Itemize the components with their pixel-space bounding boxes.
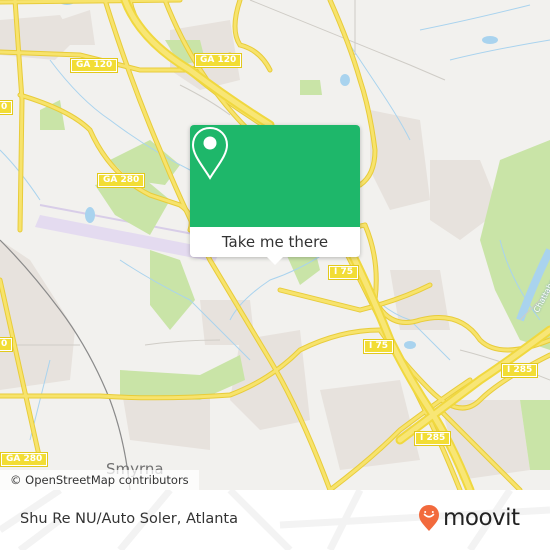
moovit-wordmark: moovit xyxy=(443,505,520,531)
map-attribution[interactable]: © OpenStreetMap contributors xyxy=(0,470,199,490)
moovit-logo[interactable]: moovit xyxy=(418,504,520,532)
popup-pointer xyxy=(266,256,284,265)
place-name: Shu Re NU/Auto Soler, Atlanta xyxy=(20,511,238,527)
map-view[interactable]: GA 120 GA 120 GA 280 GA 280 I 75 I 75 I … xyxy=(0,0,550,490)
location-popup: Take me there xyxy=(190,125,360,265)
i-285-shield: I 285 xyxy=(500,363,539,378)
ga-120-shield: GA 120 xyxy=(69,58,119,73)
ga-280-shield: GA 280 xyxy=(96,173,146,188)
ga-280-shield: GA 280 xyxy=(0,452,49,467)
i-75-shield: I 75 xyxy=(327,265,360,280)
popup-header xyxy=(190,125,360,227)
partial-route-shield: 0 xyxy=(0,337,14,352)
moovit-pin-icon xyxy=(419,505,439,531)
partial-route-shield: 0 xyxy=(0,100,14,115)
take-me-there-button[interactable]: Take me there xyxy=(190,227,360,257)
ga-120-shield: GA 120 xyxy=(193,53,243,68)
map-pin-icon xyxy=(191,126,229,180)
i-75-shield: I 75 xyxy=(362,339,395,354)
footer-bar: Shu Re NU/Auto Soler, Atlanta moovit xyxy=(0,490,550,550)
i-285-shield: I 285 xyxy=(413,431,452,446)
